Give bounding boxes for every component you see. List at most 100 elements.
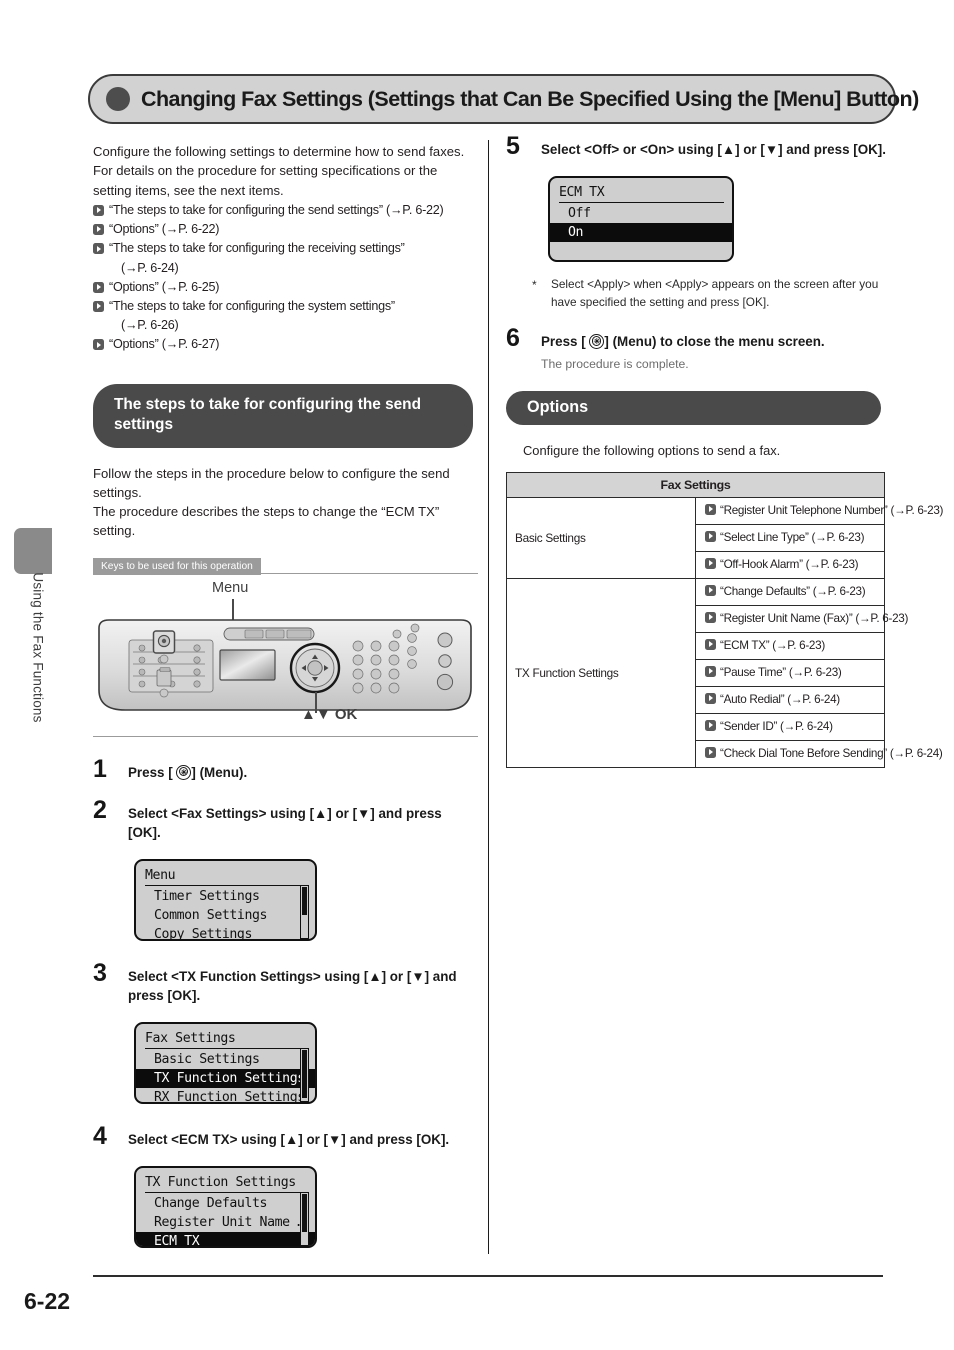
table-row-item[interactable]: “Pause Time” (→P. 6-23): [695, 658, 885, 687]
step-6-note: The procedure is complete.: [541, 356, 689, 371]
arrow-bullet-icon: [93, 281, 104, 293]
step-5-text: Select <Off> or <On> using [▲] or [▼] an…: [541, 142, 886, 157]
step-5: 5 Select <Off> or <On> using [▲] or [▼] …: [506, 132, 891, 160]
table-row-item[interactable]: “Auto Redial” (→P. 6-24): [695, 685, 885, 714]
lcd-screen-ecm-tx: ECM TX Off On: [548, 176, 734, 262]
list-item[interactable]: “The steps to take for configuring the r…: [93, 239, 478, 277]
table-group-basic-settings: Basic Settings: [506, 496, 696, 579]
arrow-bullet-icon: [93, 204, 104, 216]
keys-used-label: Keys to be used for this operation: [93, 557, 261, 575]
arrow-bullet-icon: [705, 557, 716, 569]
arrow-bullet-icon: [705, 530, 716, 542]
arrow-bullet-icon: [705, 746, 716, 758]
menu-button-icon: [589, 334, 605, 349]
table-item-label: “Change Defaults” (→P. 6-23): [720, 584, 866, 598]
table-item-label: “Register Unit Name (Fax)” (→P. 6-23): [720, 611, 909, 625]
step-3: 3 Select <TX Function Settings> using [▲…: [93, 959, 478, 1006]
step-2-number: 2: [93, 795, 107, 824]
table-row-item[interactable]: “Register Unit Telephone Number” (→P. 6-…: [695, 496, 943, 525]
callout-ok-label: ▲▼ OK: [301, 705, 358, 723]
step-2: 2 Select <Fax Settings> using [▲] or [▼]…: [93, 796, 478, 843]
send-paragraph-2: The procedure describes the steps to cha…: [93, 504, 440, 539]
arrow-bullet-icon: [93, 224, 104, 236]
lcd-menu-row[interactable]: Common Settings: [145, 906, 307, 925]
lcd-tx-row[interactable]: Change Defaults: [145, 1194, 307, 1213]
reference-link: “The steps to take for configuring the r…: [109, 241, 405, 256]
lcd-ecm-row[interactable]: Off: [559, 204, 724, 223]
lcd-scrollbar[interactable]: [300, 884, 309, 939]
table-row-item[interactable]: “Register Unit Name (Fax)” (→P. 6-23): [695, 604, 908, 633]
step-6-post: ] (Menu) to close the menu screen.: [604, 334, 825, 349]
options-section-header: Options: [506, 390, 881, 425]
step-3-text: Select <TX Function Settings> using [▲] …: [128, 968, 457, 1004]
table-item-label: “Sender ID” (→P. 6-24): [720, 719, 833, 733]
arrow-bullet-icon: [705, 638, 716, 650]
step-4-text: Select <ECM TX> using [▲] or [▼] and pre…: [128, 1131, 450, 1147]
table-row-item[interactable]: “ECM TX” (→P. 6-23): [695, 631, 885, 660]
step-5-number: 5: [506, 132, 520, 160]
lcd-ecm-title: ECM TX: [559, 184, 724, 203]
send-paragraph-1: Follow the steps in the procedure below …: [93, 465, 450, 500]
asterisk-icon: *: [532, 278, 537, 292]
lcd-scrollbar[interactable]: [300, 1191, 309, 1246]
lcd-fax-row-selected[interactable]: TX Function Settings: [136, 1068, 315, 1088]
printer-panel-drawing: [98, 618, 472, 711]
step-6-pre: Press [: [541, 334, 586, 349]
table-row-item[interactable]: “Sender ID” (→P. 6-24): [695, 712, 885, 741]
reference-link: “The steps to take for configuring the s…: [109, 298, 395, 313]
step-4-number: 4: [93, 1121, 107, 1150]
lcd-menu-row[interactable]: Timer Settings: [145, 887, 307, 906]
table-item-label: “Check Dial Tone Before Sending” (→P. 6-…: [720, 746, 943, 760]
lcd-tx-row[interactable]: Register Unit Name …: [145, 1213, 307, 1232]
arrow-bullet-icon: [705, 611, 716, 623]
list-item[interactable]: “Options” (→P. 6-25): [93, 278, 478, 297]
table-row-item[interactable]: “Change Defaults” (→P. 6-23): [695, 577, 885, 606]
footer-rule: [93, 1275, 883, 1277]
step-1: 1 Press [ ] (Menu).: [93, 755, 478, 783]
keys-used-strip: Keys to be used for this operation: [93, 557, 478, 575]
lcd-ecm-row-selected[interactable]: On: [550, 223, 732, 242]
table-row-item[interactable]: “Select Line Type” (→P. 6-23): [695, 523, 885, 552]
table-item-label: “Register Unit Telephone Number” (→P. 6-…: [720, 503, 944, 517]
table-row: Basic Settings “Register Unit Telephone …: [506, 496, 943, 579]
list-item[interactable]: “The steps to take for configuring the s…: [93, 297, 478, 335]
page-number: 6-22: [24, 1288, 71, 1314]
lcd-tx-row-selected[interactable]: ECM TX: [136, 1231, 315, 1246]
step-6-text: Press [ ] (Menu) to close the menu scree…: [541, 330, 891, 352]
arrow-bullet-icon: [705, 719, 716, 731]
lcd-fax-row[interactable]: Basic Settings: [145, 1050, 307, 1069]
arrow-bullet-icon: [93, 339, 104, 351]
intro-paragraph-2: For details on the procedure for setting…: [93, 163, 438, 198]
step-1-pre: Press [: [128, 764, 173, 780]
step-2-text: Select <Fax Settings> using [▲] or [▼] a…: [128, 805, 442, 841]
callout-menu-label: Menu: [212, 579, 249, 596]
lcd-fax-row[interactable]: RX Function Settings: [145, 1088, 307, 1102]
lcd-screen-menu: Menu Timer Settings Common Settings Copy…: [134, 858, 317, 941]
table-title: Fax Settings: [506, 471, 885, 498]
table-item-label: “Off-Hook Alarm” (→P. 6-23): [720, 557, 859, 571]
step-4: 4 Select <ECM TX> using [▲] or [▼] and p…: [93, 1122, 478, 1150]
table-item-label: “ECM TX” (→P. 6-23): [720, 638, 825, 652]
table-header-row: Fax Settings: [506, 471, 885, 498]
page-title-banner: Changing Fax Settings (Settings that Can…: [88, 74, 919, 124]
arrow-bullet-icon: [93, 243, 104, 255]
step-5-footnote: * Select <Apply> when <Apply> appears on…: [530, 276, 903, 311]
right-column: 5 Select <Off> or <On> using [▲] or [▼] …: [506, 132, 943, 768]
list-item[interactable]: “The steps to take for configuring the s…: [93, 201, 478, 220]
lcd-scrollbar[interactable]: [300, 1047, 309, 1102]
options-description: Configure the following options to send …: [523, 441, 891, 460]
bullet-dot-icon: [106, 87, 130, 111]
list-item[interactable]: “Options” (→P. 6-22): [93, 220, 478, 239]
table-item-label: “Select Line Type” (→P. 6-23): [720, 530, 865, 544]
table-row-item[interactable]: “Off-Hook Alarm” (→P. 6-23): [695, 550, 885, 579]
step-1-post: ] (Menu).: [191, 764, 248, 780]
options-paragraph: Configure the following options to send …: [523, 442, 781, 458]
arrow-bullet-icon: [705, 503, 716, 515]
table-row-item[interactable]: “Check Dial Tone Before Sending” (→P. 6-…: [695, 739, 943, 768]
keys-strip-bottom-rule: [93, 735, 478, 737]
list-item[interactable]: “Options” (→P. 6-27): [93, 335, 478, 354]
lcd-menu-row[interactable]: Copy Settings: [145, 925, 307, 939]
reference-link: “The steps to take for configuring the s…: [109, 202, 444, 217]
step-6: 6 Press [ ] (Menu) to close the menu scr…: [506, 324, 891, 373]
chapter-tab-label: Using the Fax Functions: [30, 572, 46, 723]
